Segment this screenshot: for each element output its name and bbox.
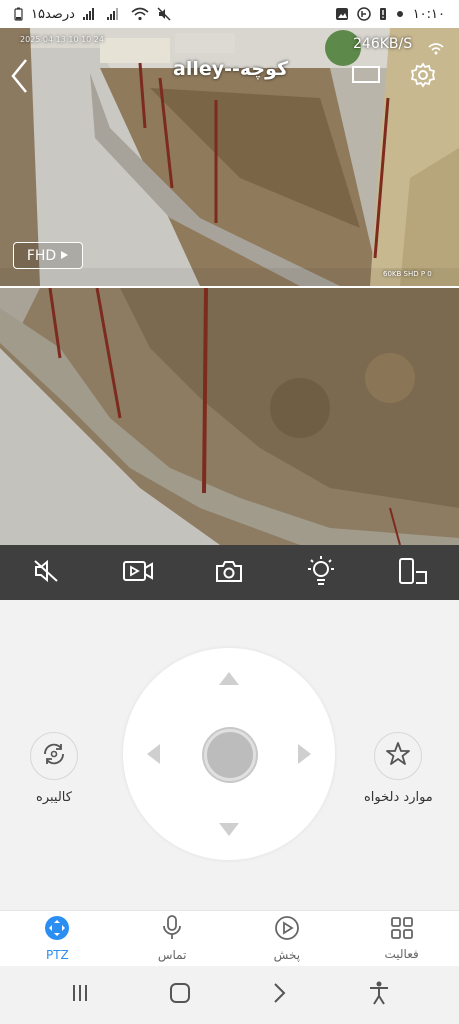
recents-button[interactable] (50, 975, 110, 1015)
nav-item-activity[interactable]: فعالیت (345, 911, 459, 966)
nav-label-activity: فعالیت (384, 947, 419, 961)
notification-icon (395, 9, 405, 19)
calibrate-button[interactable] (30, 732, 78, 780)
stream-info: 60KB SHD P 0 (383, 270, 432, 278)
camera-icon (215, 559, 243, 587)
ptz-joystick[interactable] (123, 648, 335, 860)
light-button[interactable] (291, 545, 351, 600)
bitrate-text: 246KB/S (353, 36, 413, 52)
calibrate-control: کالیبره (30, 732, 78, 805)
home-button[interactable] (150, 975, 210, 1015)
favorites-control: موارد دلخواه (364, 732, 433, 805)
ptz-panel: کالیبره موارد دلخواه (0, 600, 459, 910)
status-time: ۱۰:۱۰ (412, 6, 445, 22)
nav-label-talk: تماس (157, 948, 187, 962)
mute-icon (157, 7, 171, 21)
arrow-up-icon[interactable] (219, 672, 239, 685)
wifi-signal-icon (428, 40, 444, 59)
play-icon (274, 915, 300, 944)
calibrate-icon (41, 741, 67, 771)
chevron-right-icon (272, 982, 286, 1008)
grid-icon (390, 916, 414, 943)
battery-text: ۱۵درصد (31, 6, 75, 22)
nav-label-ptz: PTZ (45, 948, 69, 962)
back-icon[interactable] (8, 56, 30, 100)
favorites-button[interactable] (374, 732, 423, 780)
mute-button[interactable] (16, 545, 76, 600)
camera-feed-bottom[interactable] (0, 288, 459, 545)
battery-icon (14, 7, 23, 21)
nav-item-ptz[interactable]: PTZ (0, 911, 114, 966)
bottom-nav: PTZ تماس پخش فعالیت (0, 910, 459, 966)
device-button[interactable] (383, 545, 443, 600)
star-icon (385, 741, 411, 771)
status-bar: ۱۵درصد ۱۰:۱۰ (0, 0, 459, 28)
snapshot-button[interactable] (199, 545, 259, 600)
favorites-label: موارد دلخواه (364, 790, 433, 805)
microphone-icon (161, 915, 183, 944)
camera-scene-bottom (0, 288, 459, 545)
nav-item-talk[interactable]: تماس (115, 911, 229, 966)
speaker-muted-icon (33, 559, 59, 587)
camera-toolbar (0, 545, 459, 600)
accessibility-icon (368, 981, 390, 1009)
resolution-label: FHD (26, 247, 57, 264)
fullscreen-icon[interactable] (352, 64, 380, 88)
camera-title: alley--کوچه (173, 58, 289, 80)
phone-rotate-icon (398, 557, 428, 588)
accessibility-button[interactable] (349, 975, 409, 1015)
wifi-icon (131, 7, 149, 21)
arrow-left-icon[interactable] (147, 744, 160, 764)
home-icon (169, 982, 191, 1008)
recents-icon (70, 983, 90, 1007)
record-button[interactable] (108, 545, 168, 600)
nav-item-playback[interactable]: پخش (230, 911, 344, 966)
back-nav-button[interactable] (249, 975, 309, 1015)
status-right: ۱۰:۱۰ (335, 7, 445, 22)
resolution-button[interactable]: FHD (13, 242, 83, 269)
ptz-icon (44, 915, 70, 944)
gallery-icon (335, 7, 349, 21)
signal-icon-2 (106, 8, 123, 20)
settings-icon[interactable] (410, 62, 436, 92)
status-left: ۱۵درصد (14, 7, 171, 22)
system-nav (0, 966, 459, 1024)
arrow-down-icon[interactable] (219, 823, 239, 836)
joystick-knob[interactable] (204, 729, 256, 781)
arrow-right-icon[interactable] (298, 744, 311, 764)
camera-timestamp: 2025 04 13 10 10 24 (20, 35, 104, 44)
signal-icon (82, 8, 99, 20)
app-icon (356, 7, 371, 21)
resolution-play-icon (60, 248, 69, 264)
lightbulb-icon (305, 555, 337, 590)
video-record-icon (122, 560, 153, 586)
alert-icon (379, 7, 387, 21)
calibrate-label: کالیبره (36, 790, 72, 805)
nav-label-playback: پخش (273, 948, 301, 962)
